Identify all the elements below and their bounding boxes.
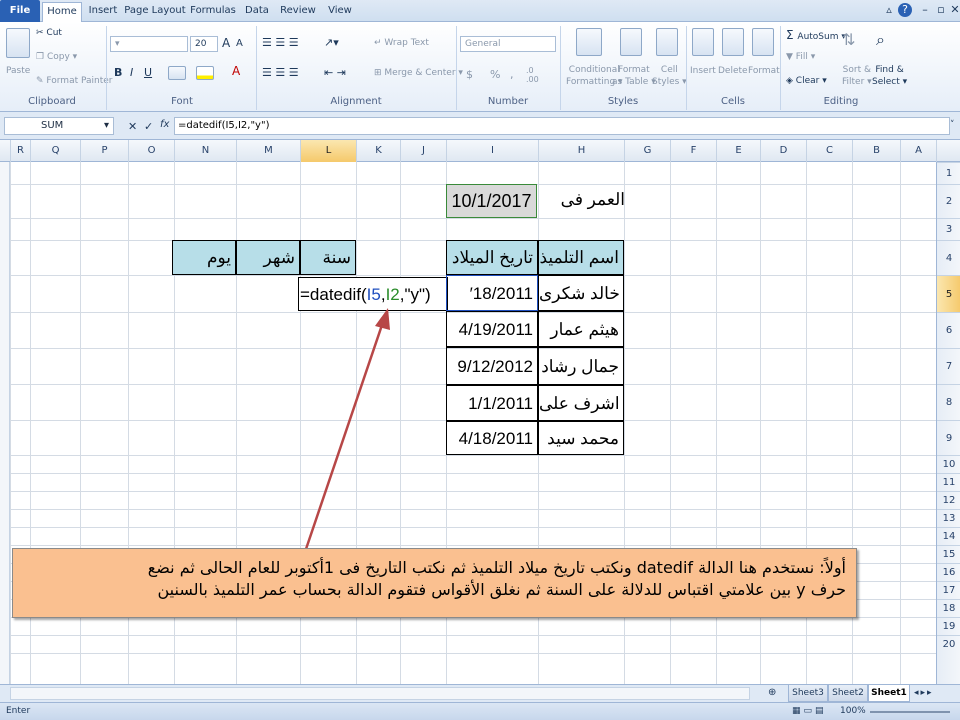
sheet-nav-icon[interactable]: ◂▸▸ bbox=[914, 688, 934, 698]
new-sheet-icon[interactable]: ⊕ bbox=[768, 687, 776, 698]
explanation-callout: أولاً: نستخدم هنا الدالة datedif ونكتب ت… bbox=[12, 548, 857, 618]
callout-line-2: حرف y بين علامتي اقتباس للدلالة على السن… bbox=[157, 580, 846, 599]
zoom-level[interactable]: 100% bbox=[840, 703, 866, 720]
view-buttons-icon[interactable]: ▦▭▤ bbox=[792, 703, 827, 720]
sheet-tab-bar: ⊕ Sheet3 Sheet2 Sheet1 ◂▸▸ bbox=[0, 684, 960, 702]
sheet-tab-sheet2[interactable]: Sheet2 bbox=[828, 685, 868, 702]
status-bar: Enter ▦▭▤ 100% bbox=[0, 702, 960, 720]
callout-line-1: أولاً: نستخدم هنا الدالة datedif ونكتب ت… bbox=[147, 558, 846, 577]
horizontal-scrollbar[interactable] bbox=[10, 687, 750, 700]
arrow-head bbox=[375, 308, 390, 330]
zoom-slider[interactable] bbox=[870, 711, 950, 713]
sheet-tab-sheet3[interactable]: Sheet3 bbox=[788, 685, 828, 702]
arrow-line bbox=[303, 321, 385, 553]
sheet-tab-sheet1[interactable]: Sheet1 bbox=[868, 685, 910, 702]
status-mode: Enter bbox=[6, 706, 31, 716]
